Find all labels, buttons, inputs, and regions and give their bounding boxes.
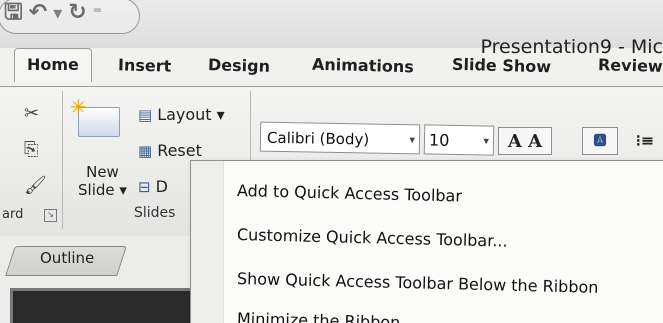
font-name-combo[interactable]: Calibri (Body) ▾ xyxy=(259,121,421,155)
clipboard-launcher-icon[interactable]: ↘ xyxy=(44,209,57,222)
layout-button[interactable]: ▤ Layout ▾ xyxy=(138,105,225,124)
title-bar: 🖫 ↶ ▾ ↻ ⁼ Presentation9 - Mic xyxy=(0,0,663,58)
font-name-dropdown-icon[interactable]: ▾ xyxy=(409,125,415,155)
menu-item-minimize-ribbon[interactable]: Minimize the Ribbon xyxy=(237,309,401,323)
layout-dropdown-icon: ▾ xyxy=(216,105,225,124)
new-slide-star-icon: ✳ xyxy=(70,95,87,119)
tab-outline[interactable]: Outline xyxy=(40,249,94,267)
powerpoint-window: 🖫 ↶ ▾ ↻ ⁼ Presentation9 - Mic Home Inser… xyxy=(0,0,663,323)
font-name-value: Calibri (Body) xyxy=(266,128,370,149)
font-size-dropdown-icon[interactable]: ▾ xyxy=(483,126,489,156)
menu-item-add-to-qat[interactable]: Add to Quick Access Toolbar xyxy=(237,181,462,205)
new-slide-label-bottom: Slide xyxy=(78,181,115,199)
clear-formatting-icon[interactable]: 🅰 xyxy=(582,127,618,155)
clipboard-group-label: ard xyxy=(2,207,24,222)
qat-outline xyxy=(0,0,140,34)
delete-icon: ⊟ xyxy=(138,177,151,196)
tab-review[interactable]: Review xyxy=(598,55,663,76)
grow-shrink-font-button[interactable]: A A xyxy=(498,127,552,155)
font-size-combo[interactable]: 10 ▾ xyxy=(423,124,495,156)
menu-item-customize-qat[interactable]: Customize Quick Access Toolbar... xyxy=(237,225,508,251)
delete-label: D xyxy=(155,177,168,196)
menu-gutter xyxy=(191,161,224,323)
cut-icon[interactable]: ✂ xyxy=(24,103,39,124)
reset-label: Reset xyxy=(157,141,202,160)
bullets-icon[interactable]: ⁝≡ xyxy=(632,127,658,155)
new-slide-label-top: New xyxy=(86,163,119,181)
menu-item-show-qat-below-ribbon[interactable]: Show Quick Access Toolbar Below the Ribb… xyxy=(237,269,599,297)
qat-context-menu: Add to Quick Access Toolbar Customize Qu… xyxy=(190,160,663,323)
quick-access-toolbar: 🖫 ↶ ▾ ↻ ⁼ xyxy=(0,0,140,34)
tab-slide-show[interactable]: Slide Show xyxy=(452,55,552,77)
reset-icon: ▦ xyxy=(138,141,153,160)
format-painter-icon[interactable]: 🖌 xyxy=(24,175,47,196)
tab-insert[interactable]: Insert xyxy=(118,55,172,75)
ribbon-tabs: Home Insert Design Animations Slide Show… xyxy=(0,48,663,88)
slides-group-label: Slides xyxy=(134,205,176,221)
font-size-value: 10 xyxy=(428,130,450,150)
layout-icon: ▤ xyxy=(138,105,153,124)
layout-label: Layout xyxy=(157,105,212,124)
slide-thumbnail[interactable] xyxy=(10,288,196,323)
copy-icon[interactable]: ⎘ xyxy=(24,139,38,160)
tab-design[interactable]: Design xyxy=(208,55,270,76)
slides-outline-pane: Outline xyxy=(0,236,200,323)
new-slide-dropdown-icon: ▾ xyxy=(119,181,127,199)
tab-home[interactable]: Home xyxy=(14,48,92,82)
clipboard-group: ✂ ⎘ 🖌 ard ↘ xyxy=(0,91,63,229)
tab-animations[interactable]: Animations xyxy=(312,55,414,77)
reset-button[interactable]: ▦ Reset xyxy=(138,141,202,160)
delete-button[interactable]: ⊟ D xyxy=(138,177,168,196)
